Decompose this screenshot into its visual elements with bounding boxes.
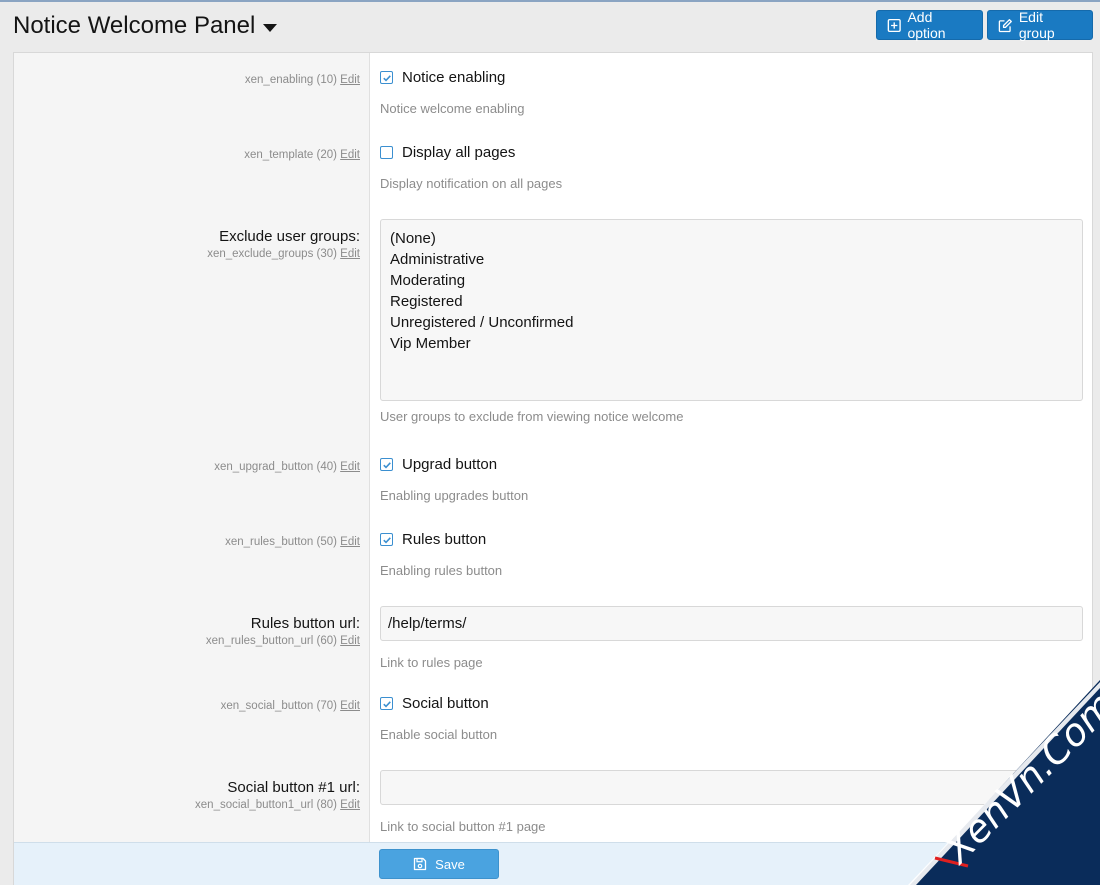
select-option[interactable]: Administrative xyxy=(390,249,1073,270)
option-hint: Notice welcome enabling xyxy=(380,101,525,116)
page-title[interactable]: Notice Welcome Panel xyxy=(13,12,278,40)
page-title-text: Notice Welcome Panel xyxy=(13,12,256,39)
edit-link[interactable]: Edit xyxy=(340,700,360,712)
option-label-block: Exclude user groups: xen_exclude_groups … xyxy=(20,228,360,260)
edit-icon xyxy=(998,18,1012,32)
option-label-block: Rules button url: xen_rules_button_url (… xyxy=(20,615,360,647)
option-id: xen_rules_button (50) xyxy=(225,536,337,548)
option-meta: xen_template (20) Edit xyxy=(20,149,360,161)
option-content: Upgrad button Enabling upgrades button xyxy=(380,456,1082,503)
option-content: Notice enabling Notice welcome enabling xyxy=(380,69,1082,116)
checkbox-label: Social button xyxy=(402,695,489,712)
rules-button-url-input[interactable]: /help/terms/ xyxy=(380,606,1083,641)
option-hint: User groups to exclude from viewing noti… xyxy=(380,409,684,424)
checkbox-checked-icon[interactable] xyxy=(380,697,393,710)
edit-link[interactable]: Edit xyxy=(340,149,360,161)
edit-link[interactable]: Edit xyxy=(340,248,360,260)
checkbox-label: Rules button xyxy=(402,531,487,548)
option-id: xen_template (20) xyxy=(244,149,337,161)
checkbox-label: Upgrad button xyxy=(402,456,498,473)
edit-link[interactable]: Edit xyxy=(340,635,360,647)
select-option[interactable]: Unregistered / Unconfirmed xyxy=(390,312,1073,333)
rules-button-checkbox[interactable]: Rules button xyxy=(380,531,1082,548)
option-hint: Display notification on all pages xyxy=(380,176,563,191)
edit-link[interactable]: Edit xyxy=(340,799,360,811)
checkbox-checked-icon[interactable] xyxy=(380,533,393,546)
option-title: Social button #1 url: xyxy=(227,779,360,796)
edit-link[interactable]: Edit xyxy=(340,74,360,86)
edit-group-button[interactable]: Edit group xyxy=(987,9,1093,41)
plus-square-icon xyxy=(887,18,901,32)
option-hint: Enabling rules button xyxy=(380,563,503,578)
option-id: xen_exclude_groups (30) xyxy=(207,248,337,260)
option-hint: Link to rules page xyxy=(380,655,483,670)
option-content: /help/terms/ Link to rules page xyxy=(380,606,1083,670)
notice-enabling-checkbox[interactable]: Notice enabling xyxy=(380,69,1082,86)
page-header: Notice Welcome Panel Add option Edit gro… xyxy=(0,2,1100,52)
option-title: Rules button url: xyxy=(250,615,360,632)
option-meta: xen_social_button1_url (80) Edit xyxy=(20,799,360,811)
edit-group-label: Edit group xyxy=(1018,9,1055,41)
option-meta: xen_rules_button_url (60) Edit xyxy=(20,635,360,647)
option-meta: xen_upgrad_button (40) Edit xyxy=(20,461,360,473)
option-label-block: xen_rules_button (50) Edit xyxy=(20,533,360,548)
save-icon xyxy=(414,857,427,871)
option-content: Display all pages Display notification o… xyxy=(380,144,1082,191)
checkbox-unchecked-icon[interactable] xyxy=(380,146,393,159)
option-id: xen_social_button (70) xyxy=(220,700,337,712)
option-title: Exclude user groups: xyxy=(219,228,360,245)
option-meta: xen_rules_button (50) Edit xyxy=(20,536,360,548)
option-label-block: xen_social_button (70) Edit xyxy=(20,697,360,712)
select-option[interactable]: (None) xyxy=(390,228,1073,249)
exclude-groups-select[interactable]: (None) Administrative Moderating Registe… xyxy=(380,219,1083,401)
save-label: Save xyxy=(435,856,465,872)
option-hint: Enabling upgrades button xyxy=(380,488,529,503)
caret-down-icon[interactable] xyxy=(263,23,278,32)
upgrad-button-checkbox[interactable]: Upgrad button xyxy=(380,456,1082,473)
checkbox-label: Notice enabling xyxy=(402,69,506,86)
checkbox-checked-icon[interactable] xyxy=(380,458,393,471)
option-id: xen_enabling (10) xyxy=(244,74,337,86)
select-option[interactable]: Registered xyxy=(390,291,1073,312)
option-id: xen_social_button1_url (80) xyxy=(195,799,337,811)
label-column xyxy=(14,53,370,842)
checkbox-checked-icon[interactable] xyxy=(380,71,393,84)
save-button[interactable]: Save xyxy=(379,849,499,879)
option-content: Rules button Enabling rules button xyxy=(380,531,1082,578)
watermark-logo: XenVn.Com xyxy=(890,680,1100,885)
option-id: xen_rules_button_url (60) xyxy=(205,635,337,647)
option-label-block: xen_enabling (10) Edit xyxy=(20,71,360,86)
option-meta: xen_social_button (70) Edit xyxy=(20,700,360,712)
add-option-label: Add option xyxy=(907,9,946,41)
option-label-block: Social button #1 url: xen_social_button1… xyxy=(20,779,360,811)
display-all-pages-checkbox[interactable]: Display all pages xyxy=(380,144,1082,161)
checkbox-label: Display all pages xyxy=(402,144,516,161)
edit-link[interactable]: Edit xyxy=(340,461,360,473)
option-meta: xen_exclude_groups (30) Edit xyxy=(20,248,360,260)
option-meta: xen_enabling (10) Edit xyxy=(20,74,360,86)
select-option[interactable]: Vip Member xyxy=(390,333,1073,354)
option-label-block: xen_template (20) Edit xyxy=(20,146,360,161)
select-option[interactable]: Moderating xyxy=(390,270,1073,291)
edit-link[interactable]: Edit xyxy=(340,536,360,548)
option-label-block: xen_upgrad_button (40) Edit xyxy=(20,458,360,473)
option-id: xen_upgrad_button (40) xyxy=(214,461,337,473)
option-content: (None) Administrative Moderating Registe… xyxy=(380,219,1083,424)
add-option-button[interactable]: Add option xyxy=(876,9,983,41)
